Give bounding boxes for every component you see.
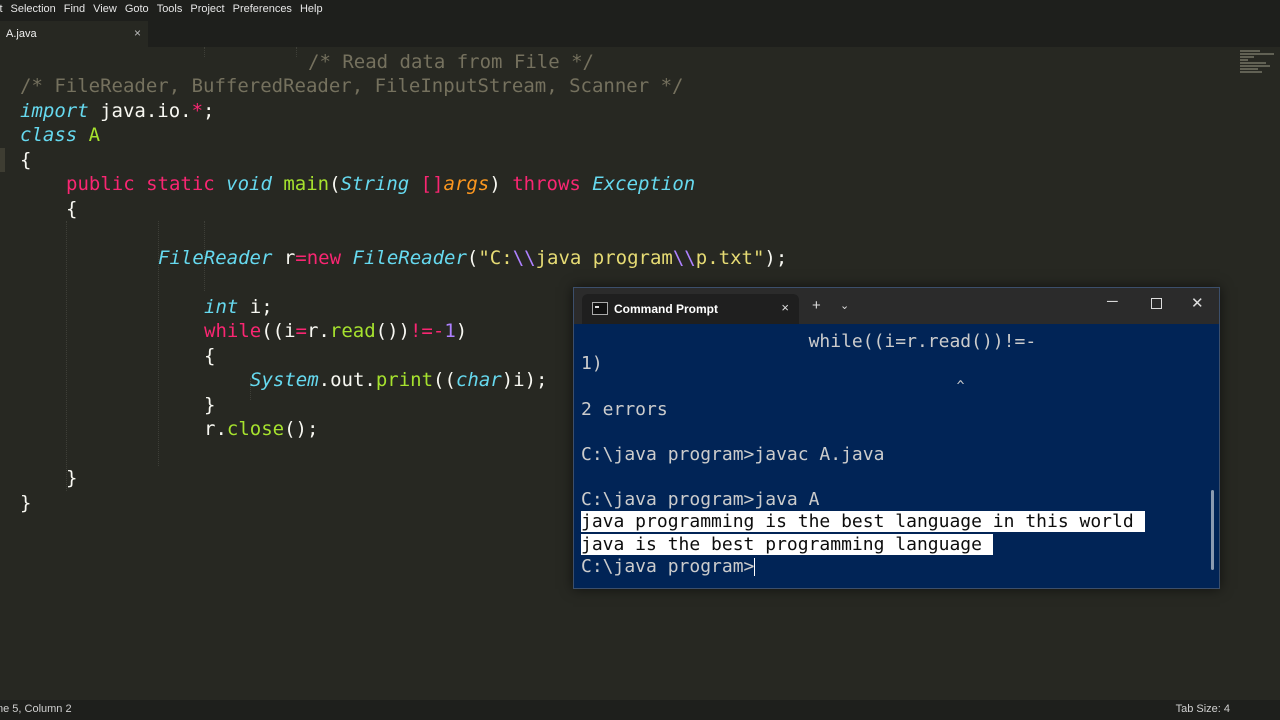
code-line-2: /* FileReader, BufferedReader, FileInput… [20,75,684,97]
tab-bar: A.java × [0,19,1280,47]
code-line-7: { [66,198,78,220]
code-line-4: class A [20,124,101,146]
code-line-5: { [20,149,32,171]
menu-tools[interactable]: Tools [157,0,183,19]
term-line: C:\java program>javac A.java [581,444,885,465]
code-line-16: } [20,492,32,514]
term-line: 2 errors [581,399,668,420]
minimap[interactable] [1240,49,1280,89]
code-line-14: r.close(); [204,418,319,440]
text-cursor [754,558,756,576]
code-line-12: System.out.print((char)i); [250,369,548,391]
menu-preferences[interactable]: Preferences [233,0,292,19]
indent-guide [296,47,297,57]
menu-help[interactable]: Help [300,0,323,19]
code-line-10: while((i=r.read())!=-1) [204,320,468,342]
menu-project[interactable]: Project [190,0,224,19]
cmd-titlebar[interactable]: Command Prompt × + ⌄ ─ ✕ [574,288,1219,324]
code-line-11: { [204,345,216,367]
tab-size-indicator[interactable]: Tab Size: 4 [1176,703,1230,715]
command-prompt-window[interactable]: Command Prompt × + ⌄ ─ ✕ while((i=r.read… [573,287,1220,589]
tab-a-java[interactable]: A.java × [0,21,148,47]
menu-bar: it Selection Find View Goto Tools Projec… [0,0,1280,19]
code-line-6: public static void main(String []args) t… [66,173,696,195]
term-line: C:\java program>java A [581,489,820,510]
tab-dropdown-chevron-icon[interactable]: ⌄ [840,299,849,312]
code-line-1: /* Read data from File */ [308,51,594,73]
code-line-9: int i; [204,296,273,318]
cmd-tab-close-icon[interactable]: × [781,300,789,315]
term-line-caret-marker: ^ [581,379,965,394]
maximize-icon[interactable] [1151,298,1162,309]
new-tab-plus-icon[interactable]: + [812,297,821,314]
cmd-tab[interactable]: Command Prompt × [582,294,799,324]
term-output-selected: java programming is the best language in… [581,511,1145,532]
menu-view[interactable]: View [93,0,117,19]
terminal-icon [592,302,608,315]
term-line: while((i=r.read())!=- [581,331,1037,352]
status-bar: ne 5, Column 2 Tab Size: 4 [0,700,1280,720]
cursor-position: ne 5, Column 2 [0,703,72,715]
indent-guide [204,47,205,57]
tab-label: A.java [6,28,37,40]
menu-edit[interactable]: it [0,0,3,19]
window-close-icon[interactable]: ✕ [1191,294,1204,312]
code-line-15: } [66,467,78,489]
code-line-13: } [204,394,216,416]
term-line: 1) [581,353,603,374]
code-line-8: FileReader r=new FileReader("C:\\java pr… [158,247,788,269]
code-line-3: import java.io.*; [20,100,215,122]
menu-goto[interactable]: Goto [125,0,149,19]
term-prompt[interactable]: C:\java program> [581,556,756,578]
indent-guide [66,221,67,491]
cmd-scrollbar[interactable] [1211,490,1214,570]
tab-close-icon[interactable]: × [134,26,141,40]
current-line-highlight [0,148,5,172]
menu-find[interactable]: Find [64,0,85,19]
minimize-icon[interactable]: ─ [1107,293,1118,310]
menu-selection[interactable]: Selection [11,0,56,19]
cmd-tab-title: Command Prompt [614,302,719,316]
term-output-selected: java is the best programming language [581,534,993,555]
